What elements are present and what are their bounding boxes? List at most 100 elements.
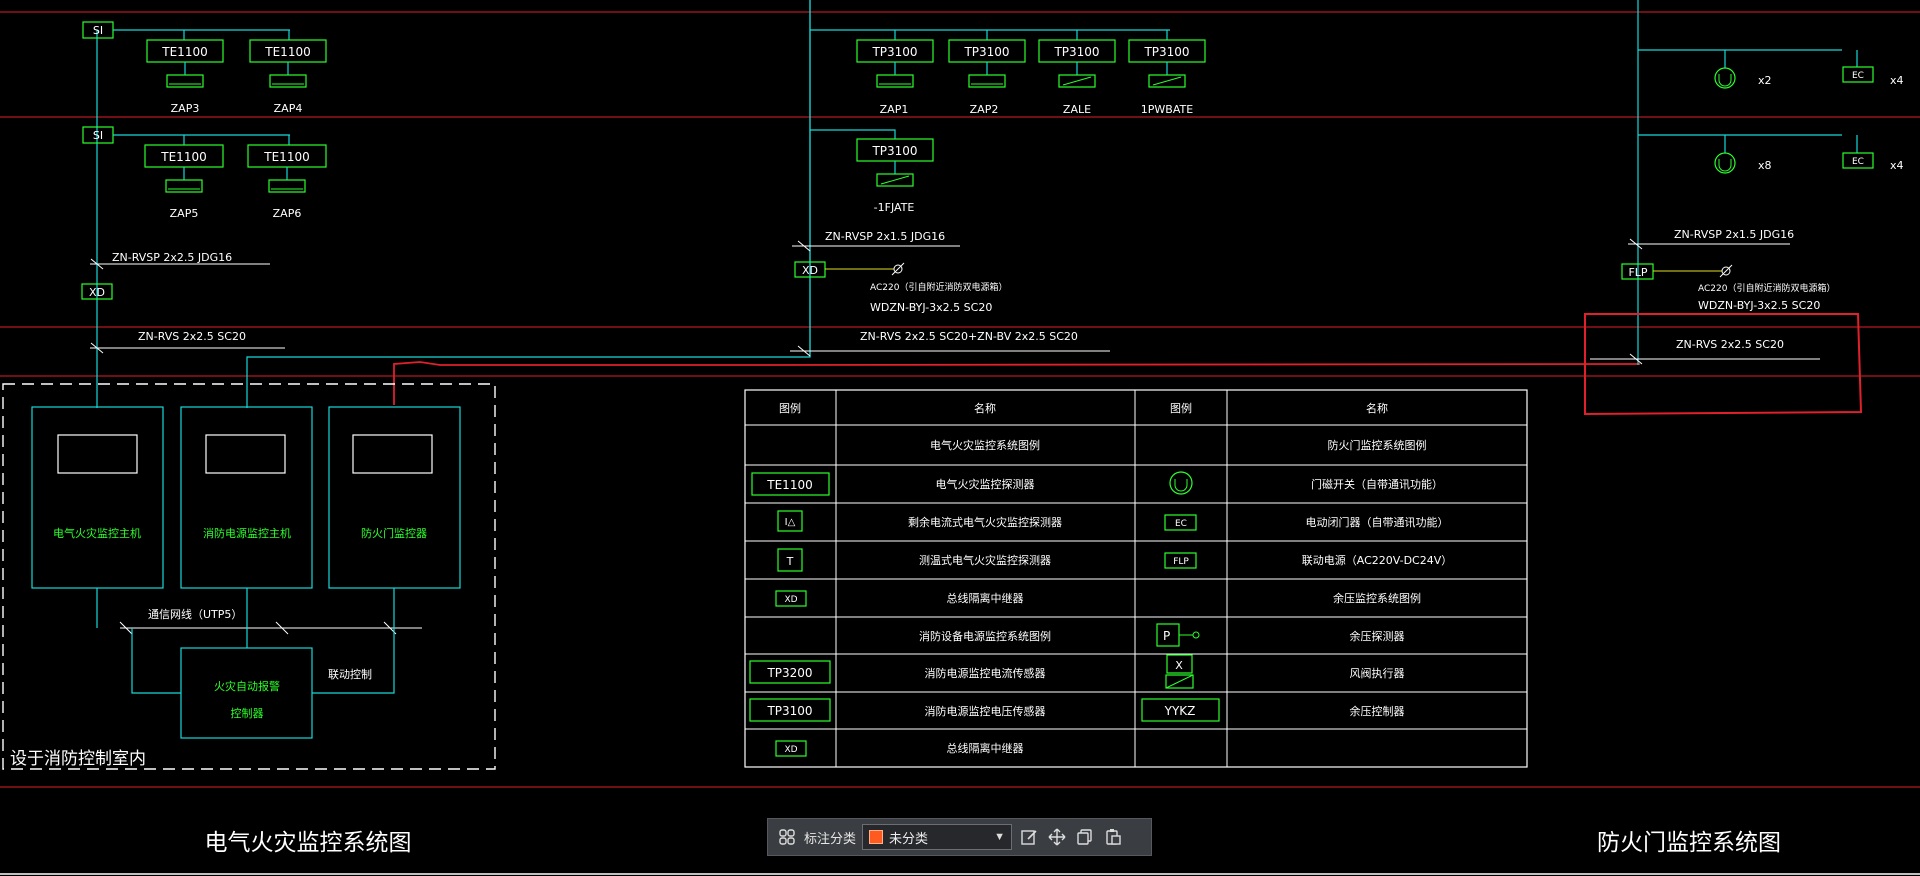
legend-symbol-text: YYKZ [1164, 704, 1196, 718]
paste-icon[interactable] [1102, 826, 1124, 848]
panel-label: 防火门监控器 [361, 526, 427, 540]
legend-name: 余压控制器 [1350, 704, 1405, 718]
power-label: AC220（引自附近消防双电源箱） [1698, 282, 1835, 294]
move-icon[interactable] [1046, 826, 1068, 848]
legend-header: 图例 [779, 401, 801, 415]
sensor-symbol [876, 74, 914, 88]
legend-name: 电气火灾监控系统图例 [930, 438, 1040, 452]
device-label: ZALE [1063, 103, 1091, 116]
device-count: x4 [1890, 74, 1904, 87]
device-model: TP3100 [871, 45, 917, 59]
device-model: TP3100 [1143, 45, 1189, 59]
legend-table: 图例 名称 图例 名称 电气火灾监控系统图例 电气火灾监控探测器 剩余电流式电气… [744, 389, 1528, 768]
legend-symbol-text: XD [784, 595, 797, 605]
device-model: TE1100 [264, 45, 310, 59]
power-label: WDZN-BYJ-3x2.5 SC20 [870, 301, 992, 314]
power-label: WDZN-BYJ-3x2.5 SC20 [1698, 299, 1820, 312]
sensor-symbol [269, 74, 307, 88]
panel-label: 电气火灾监控主机 [53, 526, 141, 540]
edit-icon[interactable] [1018, 826, 1040, 848]
sensor-symbol [268, 179, 306, 193]
legend-name: 门磁开关（自带通讯功能） [1311, 477, 1443, 491]
left-title: 电气火灾监控系统图 [205, 830, 412, 856]
device-model: TE1100 [263, 150, 309, 164]
panel-power-host[interactable] [180, 406, 313, 589]
panel-electrical-fire-host[interactable] [31, 406, 164, 589]
legend-name: 防火门监控系统图例 [1328, 438, 1427, 452]
device-model: TP3100 [963, 45, 1009, 59]
device-model: TE1100 [160, 150, 206, 164]
legend-symbol-text: TE1100 [766, 478, 812, 492]
panel-screen [352, 434, 433, 474]
device-count: x4 [1890, 159, 1904, 172]
legend-header: 名称 [974, 401, 996, 415]
legend-symbol-text: X [1175, 659, 1183, 672]
legend-name: 总线隔离中继器 [947, 741, 1024, 755]
left-system: SI TE1100 TE1100 ZAP3 ZAP4 SI TE1100 TE1… [2, 0, 1641, 856]
device-count: x2 [1758, 74, 1772, 87]
device-label: -1FJATE [874, 201, 915, 214]
copy-icon[interactable] [1074, 826, 1096, 848]
legend-name: 消防电源监控电流传感器 [925, 666, 1046, 680]
isolator-label: XD [802, 264, 818, 277]
legend-name: 风阀执行器 [1350, 666, 1405, 680]
device-model: TE1100 [161, 45, 207, 59]
legend-symbol-text: I△ [785, 517, 796, 528]
controller-label: 控制器 [231, 706, 264, 720]
cable-label: ZN-RVSP 2x1.5 JDG16 [825, 230, 945, 243]
legend-name: 余压监控系统图例 [1333, 591, 1421, 605]
chevron-down-icon: ▼ [994, 831, 1006, 843]
cable-label: ZN-RVS 2x2.5 SC20 [1676, 338, 1784, 351]
device-model: TP3100 [1053, 45, 1099, 59]
category-label: 标注分类 [804, 830, 857, 846]
legend-name: 电动闭门器（自带通讯功能） [1306, 515, 1449, 529]
category-value: 未分类 [889, 830, 929, 846]
legend-name: 消防设备电源监控系统图例 [919, 629, 1051, 643]
sensor-symbol [166, 74, 204, 88]
legend-name: 消防电源监控电压传感器 [925, 704, 1046, 718]
grid-icon[interactable] [776, 826, 798, 848]
right-title: 防火门监控系统图 [1597, 830, 1781, 856]
device-label: ZAP5 [170, 207, 199, 220]
cable-label: ZN-RVS 2x2.5 SC20 [138, 330, 246, 343]
legend-symbol-text: TP3100 [766, 704, 812, 718]
si-module-label: SI [93, 129, 103, 142]
cable-label: ZN-RVSP 2x2.5 JDG16 [112, 251, 232, 264]
panel-screen [57, 434, 138, 474]
category-select[interactable]: 未分类 ▼ [862, 824, 1013, 850]
legend-name: 联动电源（AC220V-DC24V） [1302, 553, 1453, 567]
linkage-label: 联动控制 [328, 667, 372, 681]
device-label: ZAP3 [171, 102, 200, 115]
legend-symbol-text: TP3200 [766, 666, 812, 680]
legend-name: 余压探测器 [1350, 629, 1405, 643]
legend-symbol-text: T [786, 555, 794, 568]
door-switch-icon [1714, 152, 1736, 174]
right-system: x2 EC x4 x8 EC x4 ZN-RVSP 2x1.5 JDG16 FL… [1584, 0, 1904, 856]
fire-alarm-controller[interactable] [180, 647, 313, 739]
device-label: ZAP6 [273, 207, 302, 220]
category-color-swatch [869, 830, 884, 844]
sensor-symbol [165, 179, 203, 193]
legend-symbol-text: P [1163, 629, 1170, 643]
device-label: ZAP2 [970, 103, 999, 116]
legend-name: 测温式电气火灾监控探测器 [919, 553, 1051, 567]
controller-label: 火灾自动报警 [214, 679, 280, 693]
cable-label: ZN-RVSP 2x1.5 JDG16 [1674, 228, 1794, 241]
legend-header: 名称 [1366, 401, 1388, 415]
power-label: AC220（引自附近消防双电源箱） [870, 281, 1007, 293]
panel-fire-door-monitor[interactable] [328, 406, 461, 589]
network-label: 通信网线（UTP5） [148, 607, 242, 621]
device-label: ZAP4 [274, 102, 303, 115]
isolator-label: XD [89, 286, 105, 299]
cable-label: ZN-RVS 2x2.5 SC20+ZN-BV 2x2.5 SC20 [860, 330, 1078, 343]
si-module-label: SI [93, 24, 103, 37]
legend-symbol-text: EC [1175, 519, 1187, 529]
device-label: ZAP1 [880, 103, 909, 116]
device-count: x8 [1758, 159, 1772, 172]
sensor-symbol [968, 74, 1006, 88]
legend-symbol-text: XD [784, 745, 797, 755]
legend-name: 剩余电流式电气火灾监控探测器 [908, 515, 1062, 529]
cad-drawing-canvas[interactable]: SI TE1100 TE1100 ZAP3 ZAP4 SI TE1100 TE1… [0, 0, 1920, 876]
door-switch-icon [1714, 67, 1736, 89]
device-model: TP3100 [871, 144, 917, 158]
